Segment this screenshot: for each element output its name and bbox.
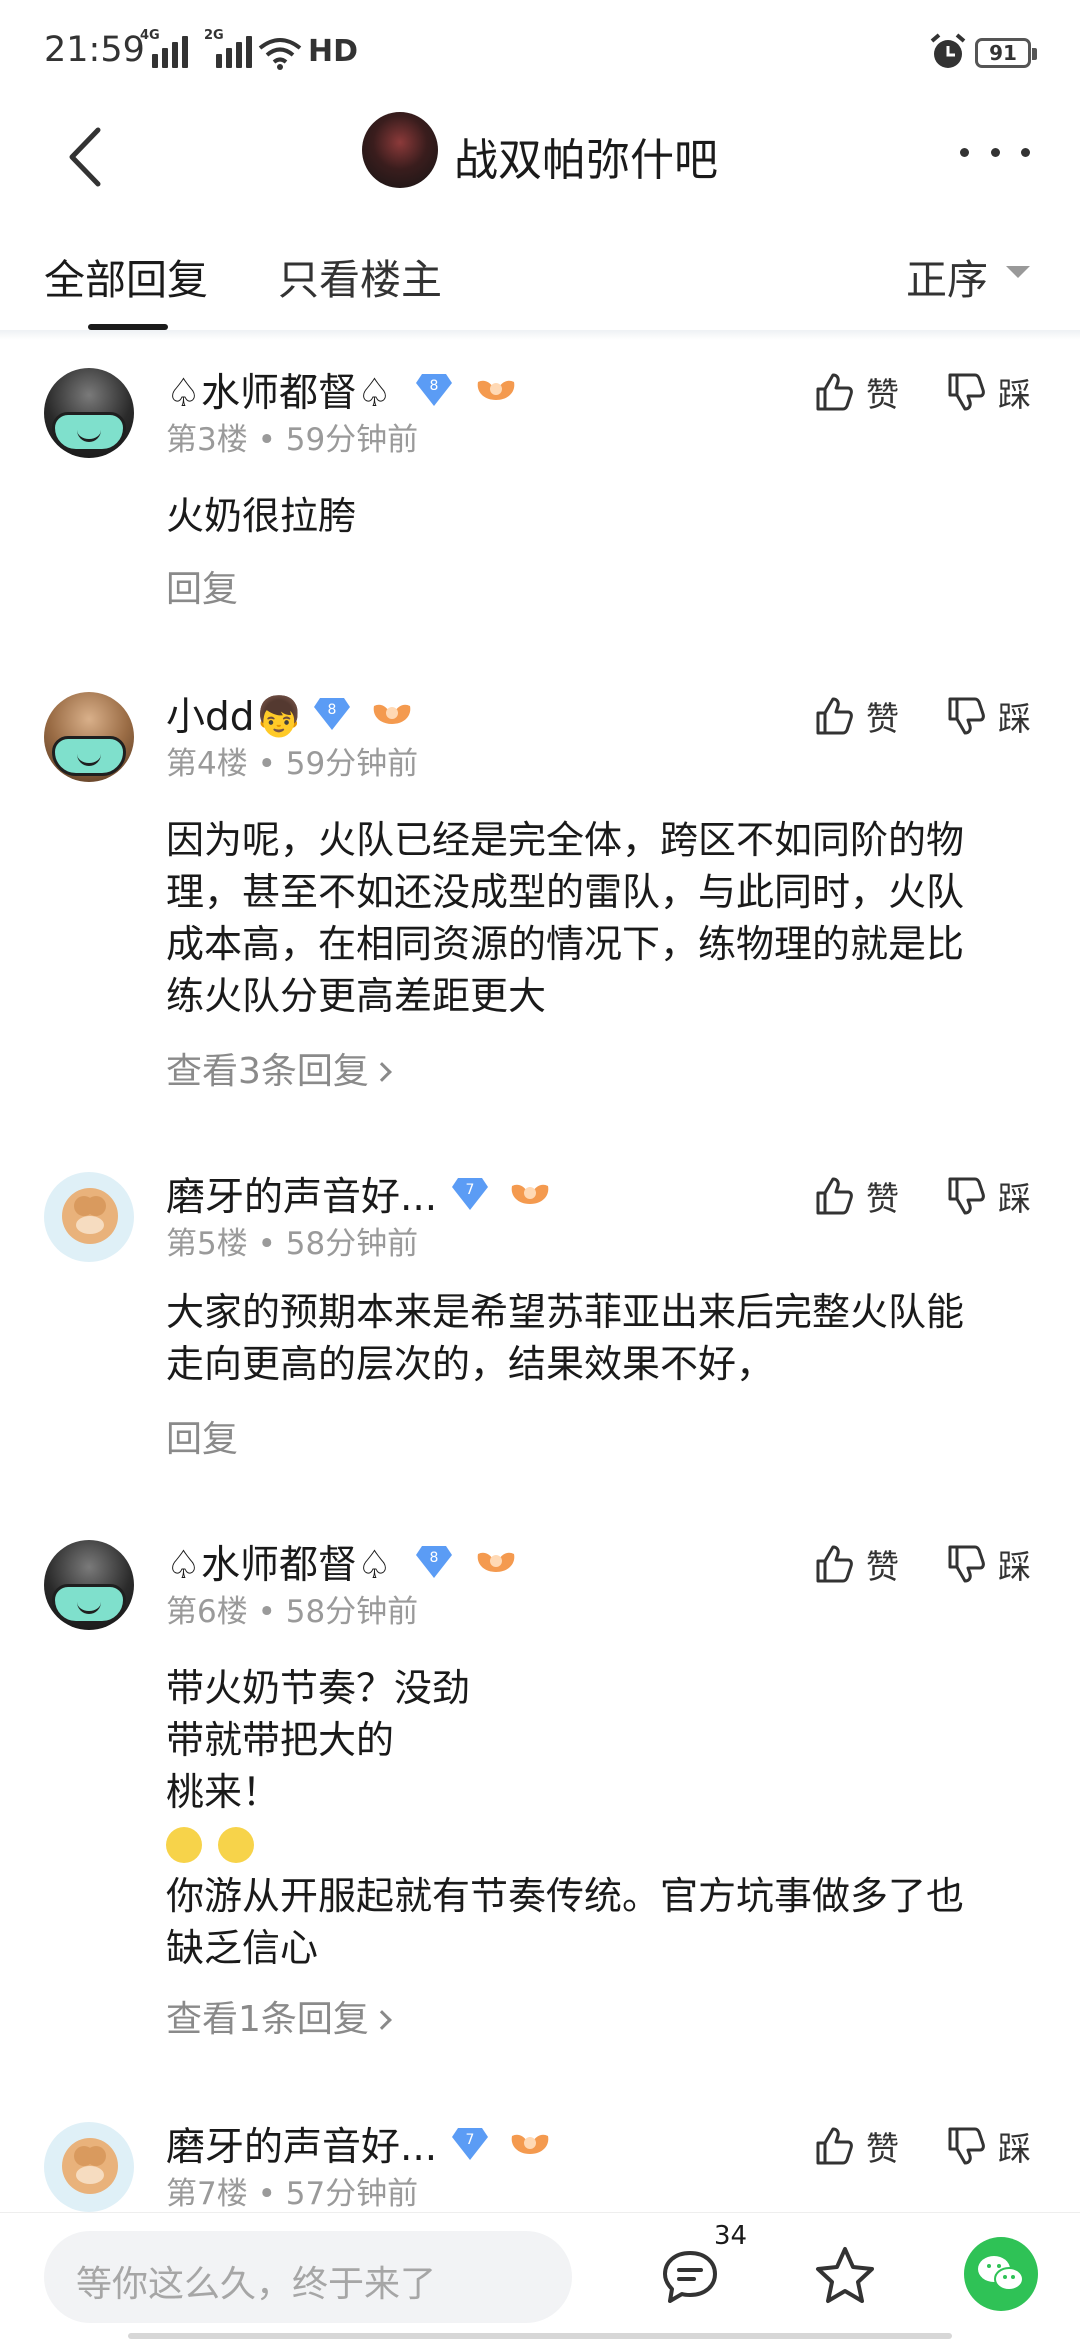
post-content: 大家的预期本来是希望苏菲亚出来后完整火队能 走向更高的层次的，结果效果不好， [166,1290,965,1386]
dislike-button[interactable]: 踩 [946,1540,1031,1588]
username[interactable]: 磨牙的声音好... [166,2116,437,2172]
username[interactable]: 小dd👦 [166,686,303,742]
comment-icon[interactable] [660,2249,720,2305]
svg-text:7: 7 [466,2132,475,2148]
chevron-right-icon [372,1062,392,1082]
signal-icon: 4G [140,28,192,68]
grin-emoji-icon [218,1827,254,1863]
like-button[interactable]: 赞 [814,1540,899,1588]
post-meta: 第5楼 • 58分钟前 [166,1226,419,1262]
thumbs-up-icon [816,697,853,735]
dislike-button[interactable]: 踩 [946,2122,1031,2170]
fan-badge-icon [511,2134,549,2154]
dislike-button[interactable]: 踩 [946,1172,1031,1220]
thumbs-down-icon [948,1545,985,1583]
grin-emoji-icon [166,1827,202,1863]
svg-text:8: 8 [328,702,337,718]
svg-text:8: 8 [430,378,439,394]
post-content: 带火奶节奏？没劲 带就带把大的 桃来！ 你游从开服起就有节奏传统。官方坑事做多了… [166,1666,965,1970]
fan-badge-icon [511,1184,549,1204]
caret-down-icon [1006,266,1030,278]
status-bar: 21:59 4G 2G HD 91 [0,0,1080,108]
reply-input[interactable]: 等你这么久，终于来了 [44,2231,572,2323]
star-icon[interactable] [814,2245,876,2305]
alarm-icon [930,33,966,68]
hd-indicator: HD [308,34,359,69]
like-button[interactable]: 赞 [814,1172,899,1220]
thumbs-down-icon [948,2127,985,2165]
forum-title[interactable]: 战双帕弥什吧 [454,124,718,188]
reply-tabs: 全部回复 只看楼主 正序 [0,240,1080,330]
sort-dropdown[interactable]: 正序 [906,246,988,306]
avatar[interactable] [44,692,134,782]
reply-placeholder: 等你这么久，终于来了 [76,2264,437,2305]
thumbs-down-icon [948,1177,985,1215]
post-content: 火奶很拉胯 [166,494,357,538]
post-meta: 第4楼 • 59分钟前 [166,746,419,782]
signal-icon-2: 2G [204,28,256,68]
post-meta: 第7楼 • 57分钟前 [166,2176,419,2212]
fan-badge-icon [373,704,411,724]
thumbs-down-icon [948,373,985,411]
level-badge-icon: 7 [452,1178,488,1210]
forum-avatar[interactable] [362,112,438,188]
dislike-button[interactable]: 踩 [946,692,1031,740]
svg-text:7: 7 [466,1182,475,1198]
post-meta: 第3楼 • 59分钟前 [166,422,419,458]
level-badge-icon: 8 [416,374,452,406]
chevron-right-icon [372,2010,392,2030]
like-button[interactable]: 赞 [814,2122,899,2170]
bottom-bar: 等你这么久，终于来了 34 [0,2212,1080,2341]
level-badge-icon: 8 [416,1546,452,1578]
status-time: 21:59 [44,30,145,70]
avatar[interactable] [44,1540,134,1630]
fan-badge-icon [477,380,515,400]
thumbs-down-icon [948,697,985,735]
wechat-icon [978,2256,1024,2291]
username[interactable]: ♤水师都督♤ [166,1534,392,1590]
svg-text:8: 8 [430,1550,439,1566]
tab-owner-only[interactable]: 只看楼主 [278,246,442,306]
avatar[interactable] [44,1172,134,1262]
tab-all-replies[interactable]: 全部回复 [44,246,208,306]
username[interactable]: 磨牙的声音好... [166,1166,437,1222]
fan-badge-icon [477,1552,515,1572]
view-replies-link[interactable]: 查看3条回复 [166,1042,392,1094]
username[interactable]: ♤水师都督♤ [166,362,392,418]
divider [0,330,1080,340]
more-options-button[interactable] [960,140,1030,164]
comment-count: 34 [714,2221,748,2251]
battery-indicator: 91 [975,38,1037,68]
thumbs-up-icon [816,1177,853,1215]
wifi-icon [258,38,302,70]
thumbs-up-icon [816,373,853,411]
reply-button[interactable]: 回复 [166,560,238,612]
avatar[interactable] [44,2122,134,2212]
like-button[interactable]: 赞 [814,692,899,740]
view-replies-link[interactable]: 查看1条回复 [166,1990,392,2042]
back-button[interactable] [60,122,120,192]
wechat-share-button[interactable] [964,2237,1038,2311]
post-content: 因为呢，火队已经是完全体，跨区不如同阶的物 理，甚至不如还没成型的雷队，与此同时… [166,818,965,1018]
like-button[interactable]: 赞 [814,368,899,416]
level-badge-icon: 8 [314,698,350,730]
reply-button[interactable]: 回复 [166,1410,238,1462]
thumbs-up-icon [816,2127,853,2165]
home-indicator [128,2333,952,2339]
avatar[interactable] [44,368,134,458]
dislike-button[interactable]: 踩 [946,368,1031,416]
thumbs-up-icon [816,1545,853,1583]
level-badge-icon: 7 [452,2128,488,2160]
post-meta: 第6楼 • 58分钟前 [166,1594,419,1630]
